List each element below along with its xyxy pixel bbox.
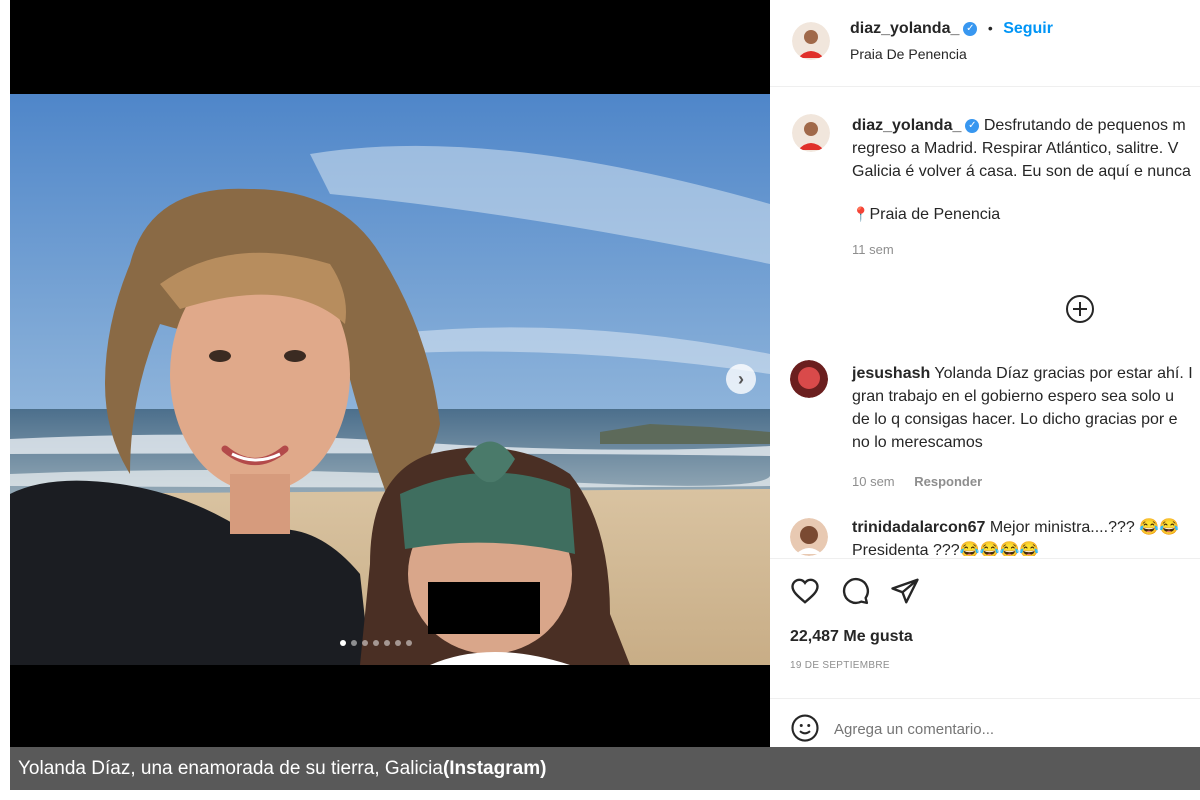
caption-time[interactable]: 11 sem	[852, 242, 1191, 257]
post-media: ›	[10, 0, 770, 757]
author-username[interactable]: diaz_yolanda_	[850, 20, 959, 37]
comment-input[interactable]	[834, 716, 1174, 742]
comment-2-clip: trinidadalarcon67 Mejor ministra....??? …	[770, 512, 1200, 556]
carousel-dot[interactable]	[395, 640, 401, 646]
carousel-dot[interactable]	[406, 640, 412, 646]
like-button[interactable]	[790, 576, 820, 611]
comment-1-line-4: no lo merescamos	[852, 434, 983, 451]
share-button[interactable]	[890, 576, 920, 611]
comment-1-line-3: de lo q consigas hacer. Lo dicho gracias…	[852, 411, 1178, 428]
verified-icon: ✓	[963, 21, 978, 36]
commenter-avatar[interactable]	[790, 518, 828, 556]
comment-2: trinidadalarcon67 Mejor ministra....??? …	[852, 516, 1179, 556]
post-date: 19 DE SEPTIEMBRE	[790, 660, 890, 671]
comment-1: jesushash Yolanda Díaz gracias por estar…	[852, 362, 1193, 489]
comment-2-line-1: trinidadalarcon67 Mejor ministra....??? …	[852, 516, 1179, 539]
commenter-avatar[interactable]	[790, 360, 828, 398]
caption-line-2: regreso a Madrid. Respirar Atlántico, sa…	[852, 140, 1179, 157]
comment-icon	[842, 577, 869, 605]
screenshot-stage: › diaz_yolanda_ ✓ • Seguir Praia De Penen…	[0, 0, 1200, 800]
caption-text: Desfrutando de pequenos m	[983, 117, 1186, 134]
comment-button[interactable]	[840, 576, 870, 611]
post-photo	[10, 94, 770, 665]
emoji-button[interactable]	[790, 713, 820, 743]
caption-location: Praia de Penencia	[869, 206, 1001, 223]
comment-1-line-2: gran trabajo en el gobierno espero sea s…	[852, 388, 1174, 405]
verified-icon: ✓	[965, 118, 980, 133]
comment-1-meta: 10 sem Responder	[852, 474, 1193, 489]
caption-line-3: Galicia é volver á casa. Eu son de aquí …	[852, 163, 1191, 180]
reply-button[interactable]: Responder	[914, 474, 982, 489]
like-count[interactable]: 22,487 Me gusta	[790, 628, 913, 646]
header-divider	[770, 86, 1200, 87]
caption-avatar[interactable]	[792, 114, 830, 152]
caption-location-line: 📍Praia de Penencia	[852, 203, 1191, 226]
comment-input-divider	[770, 698, 1200, 699]
carousel-dot[interactable]	[351, 640, 357, 646]
header-location[interactable]: Praia De Penencia	[850, 46, 967, 62]
comment-1-line-1: jesushash Yolanda Díaz gracias por estar…	[852, 362, 1193, 385]
comment-2-username[interactable]: trinidadalarcon67	[852, 519, 985, 536]
share-icon	[891, 578, 919, 604]
author-avatar[interactable]	[792, 22, 830, 60]
post-header: diaz_yolanda_ ✓ • Seguir	[850, 20, 1053, 38]
image-caption-source: (Instagram)	[442, 757, 547, 779]
post-panel: diaz_yolanda_ ✓ • Seguir Praia De Penenci…	[770, 0, 1200, 757]
image-caption-bar: Yolanda Díaz, una enamorada de su tierra…	[10, 747, 1200, 790]
plus-circle-icon	[1066, 295, 1094, 323]
comment-2-line-2: Presidenta ???😂😂😂😂	[852, 542, 1040, 556]
caption-block: diaz_yolanda_ ✓ Desfrutando de pequenos m…	[852, 114, 1191, 257]
comment-1-username[interactable]: jesushash	[852, 365, 930, 382]
load-more-comments-button[interactable]	[1065, 294, 1095, 324]
comment-1-text: Yolanda Díaz gracias por estar ahí. I	[934, 365, 1193, 382]
follow-button[interactable]: Seguir	[1003, 20, 1053, 37]
heart-icon	[791, 578, 819, 604]
caption-line-1: diaz_yolanda_ ✓ Desfrutando de pequenos m	[852, 114, 1191, 137]
carousel-next-button[interactable]: ›	[726, 364, 756, 394]
separator-dot: •	[987, 20, 993, 36]
actions-divider	[770, 558, 1200, 559]
carousel-dots	[340, 640, 412, 646]
image-caption-text: Yolanda Díaz, una enamorada de su tierra…	[18, 757, 443, 779]
carousel-dot[interactable]	[362, 640, 368, 646]
chevron-right-icon: ›	[738, 368, 744, 389]
carousel-dot[interactable]	[340, 640, 346, 646]
location-pin-icon: 📍	[852, 206, 870, 222]
comment-1-time[interactable]: 10 sem	[852, 474, 895, 489]
caption-username[interactable]: diaz_yolanda_	[852, 117, 961, 134]
carousel-dot[interactable]	[373, 640, 379, 646]
emoji-icon	[791, 714, 819, 742]
carousel-dot[interactable]	[384, 640, 390, 646]
comment-2-text: Mejor ministra....??? 😂😂	[989, 519, 1180, 536]
